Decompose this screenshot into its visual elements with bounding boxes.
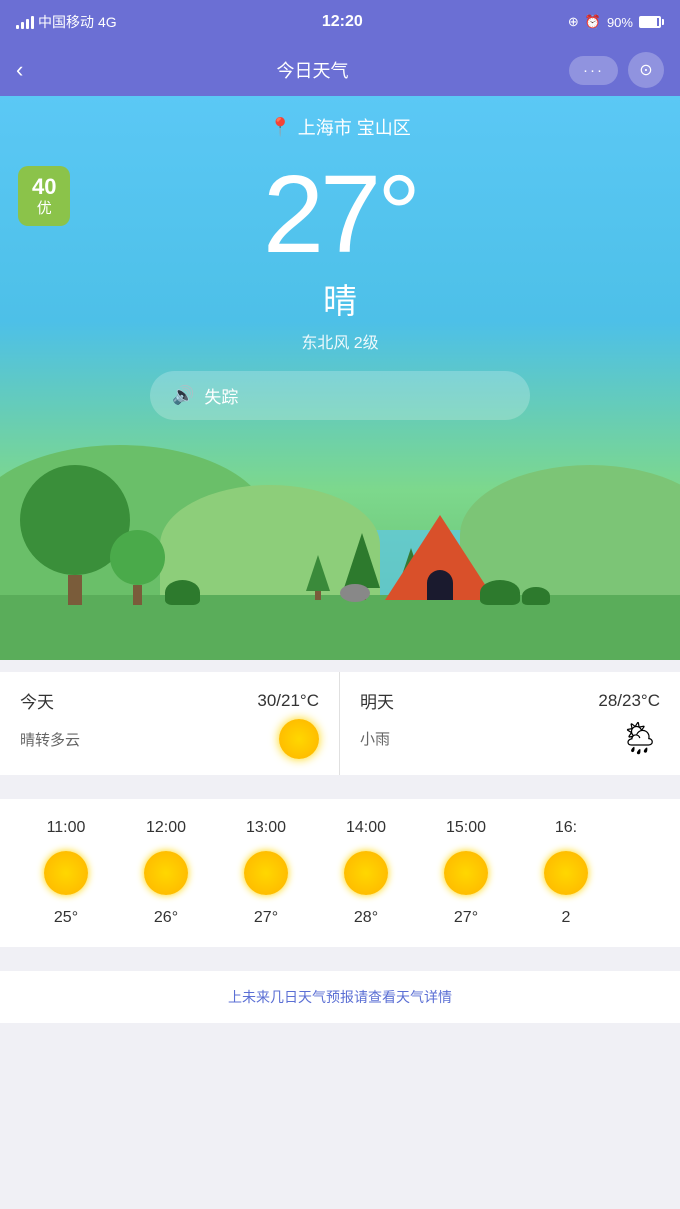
network-label: 4G <box>98 14 117 30</box>
alarm-icon: ⏰ <box>585 14 601 30</box>
forecast-today: 今天 30/21°C 晴转多云 <box>0 672 340 775</box>
nav-actions: ··· ⊙ <box>569 52 664 88</box>
signal-bars <box>16 15 34 29</box>
back-button[interactable]: ‹ <box>16 57 56 83</box>
bottom-link-text: 上未来几日天气预报请查看天气详情 <box>228 989 452 1005</box>
hourly-item-2: 13:00 27° <box>216 819 316 927</box>
section-divider-2 <box>0 775 680 787</box>
temperature-display: 27° 晴 东北风 2级 <box>0 150 680 353</box>
more-button[interactable]: ··· <box>569 56 618 85</box>
bush-small <box>522 587 550 605</box>
hourly-sun-4 <box>444 851 488 895</box>
pine-tree-3 <box>306 555 330 600</box>
forecast-section: 今天 30/21°C 晴转多云 明天 28/23°C 小雨 🌦 <box>0 672 680 775</box>
bush-right <box>480 580 520 605</box>
hourly-sun-5 <box>544 851 588 895</box>
hourly-sun-3 <box>344 851 388 895</box>
small-tree <box>110 530 165 605</box>
status-bar: 中国移动 4G 12:20 ⊕ ⏰ 90% <box>0 0 680 44</box>
voice-text: 失踪 <box>204 383 238 408</box>
forecast-tomorrow-bottom: 小雨 🌦 <box>360 719 660 757</box>
hourly-item-5: 16: 2 <box>516 819 616 927</box>
stone <box>340 584 370 602</box>
aqi-level: 优 <box>32 200 56 218</box>
tomorrow-desc: 小雨 <box>360 728 390 749</box>
today-label: 今天 <box>20 688 54 713</box>
hourly-item-1: 12:00 26° <box>116 819 216 927</box>
forecast-today-bottom: 晴转多云 <box>20 719 319 759</box>
today-temp: 30/21°C <box>257 691 319 711</box>
weather-condition: 晴 <box>0 274 680 323</box>
weather-hero: 📍 上海市 宝山区 40 优 27° 晴 东北风 2级 🔊 失踪 <box>0 96 680 660</box>
hourly-item-4: 15:00 27° <box>416 819 516 927</box>
battery-label: 90% <box>607 15 633 30</box>
lock-icon: ⊕ <box>568 14 579 30</box>
tent <box>385 515 495 600</box>
temperature-value: 27° <box>0 160 680 270</box>
location-bar: 📍 上海市 宝山区 <box>0 96 680 150</box>
forecast-tomorrow: 明天 28/23°C 小雨 🌦 <box>340 672 680 775</box>
forecast-today-top: 今天 30/21°C <box>20 688 319 713</box>
hourly-scroll[interactable]: 11:00 25° 12:00 26° 13:00 27° 14:00 28° … <box>0 819 680 927</box>
location-pin-icon: 📍 <box>269 117 291 138</box>
hourly-item-3: 14:00 28° <box>316 819 416 927</box>
cloud-rain-icon: 🌦 <box>619 719 660 757</box>
location-text: 上海市 宝山区 <box>298 114 411 140</box>
bush-left <box>165 580 200 605</box>
sun-icon <box>279 719 319 759</box>
status-right: ⊕ ⏰ 90% <box>568 14 664 30</box>
aqi-badge: 40 优 <box>18 166 70 226</box>
hourly-sun-1 <box>144 851 188 895</box>
hourly-sun-0 <box>44 851 88 895</box>
hourly-item-0: 11:00 25° <box>16 819 116 927</box>
section-divider-3 <box>0 947 680 959</box>
aqi-value: 40 <box>32 174 56 200</box>
carrier-label: 中国移动 <box>38 12 94 32</box>
tomorrow-label: 明天 <box>360 688 394 713</box>
page-title: 今日天气 <box>277 57 349 83</box>
forecast-tomorrow-top: 明天 28/23°C <box>360 688 660 713</box>
voice-bar[interactable]: 🔊 失踪 <box>150 371 530 420</box>
battery-icon <box>639 16 664 28</box>
status-left: 中国移动 4G <box>16 12 117 32</box>
target-button[interactable]: ⊙ <box>628 52 664 88</box>
today-desc: 晴转多云 <box>20 729 80 750</box>
landscape-scene <box>0 440 680 660</box>
nav-bar: ‹ 今日天气 ··· ⊙ <box>0 44 680 96</box>
hourly-section: 11:00 25° 12:00 26° 13:00 27° 14:00 28° … <box>0 799 680 947</box>
bottom-link[interactable]: 上未来几日天气预报请查看天气详情 <box>0 971 680 1023</box>
hourly-sun-2 <box>244 851 288 895</box>
status-time: 12:20 <box>322 13 363 31</box>
wind-info: 东北风 2级 <box>0 329 680 353</box>
forecast-grid: 今天 30/21°C 晴转多云 明天 28/23°C 小雨 🌦 <box>0 672 680 775</box>
tomorrow-temp: 28/23°C <box>598 691 660 711</box>
voice-icon: 🔊 <box>172 385 194 406</box>
section-divider-1 <box>0 660 680 672</box>
